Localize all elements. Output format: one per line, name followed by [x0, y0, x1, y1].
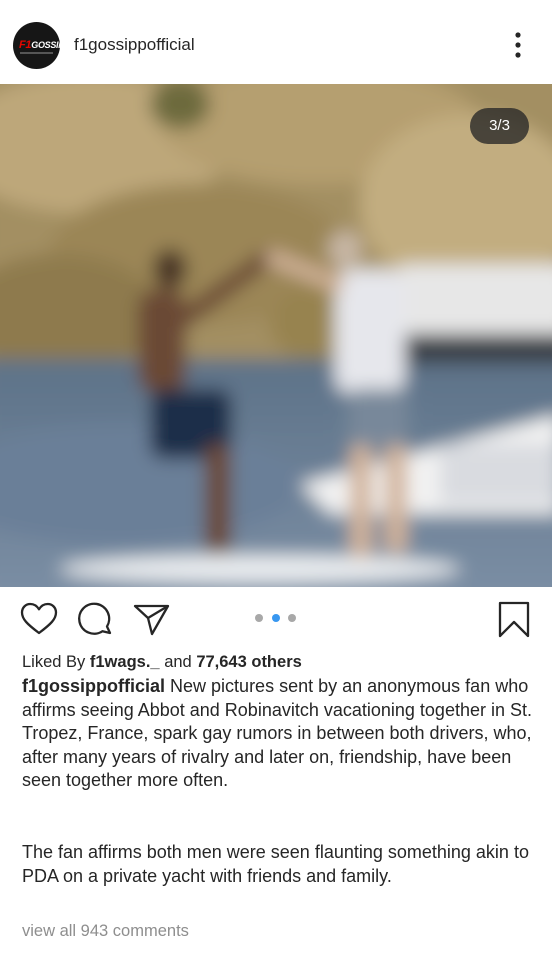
caption-author[interactable]: f1gossippofficial	[22, 676, 165, 696]
avatar[interactable]: F1GOSSIPP	[13, 22, 60, 69]
heart-icon[interactable]	[19, 600, 59, 640]
bookmark-icon[interactable]	[494, 600, 534, 640]
image-counter-badge: 3/3	[470, 108, 529, 144]
likes-middle: and	[164, 653, 192, 671]
post-header: F1GOSSIPP f1gossippofficial	[0, 0, 552, 84]
likes-prefix: Liked By	[22, 653, 86, 671]
comment-bubble-icon[interactable]	[76, 600, 116, 640]
post-caption: f1gossippofficial New pictures sent by a…	[22, 675, 534, 793]
more-vertical-icon[interactable]	[508, 30, 528, 60]
likes-others-link[interactable]: 77,643 others	[196, 653, 301, 671]
likes-line: Liked By f1wags._ and 77,643 others	[22, 651, 534, 675]
username[interactable]: f1gossippofficial	[74, 35, 195, 55]
avatar-logo: F1GOSSIPP	[19, 39, 60, 51]
post-photo[interactable]	[0, 84, 552, 587]
carousel-dot	[255, 614, 263, 622]
avatar-logo-underline	[20, 52, 53, 54]
carousel-dot-active	[272, 614, 280, 622]
liker-username[interactable]: f1wags._	[90, 653, 160, 671]
carousel-dot	[288, 614, 296, 622]
paper-plane-icon[interactable]	[132, 600, 172, 640]
view-comments-link[interactable]: view all 943 comments	[22, 922, 189, 941]
post-caption-paragraph-2: The fan affirms both men were seen flaun…	[22, 842, 529, 886]
